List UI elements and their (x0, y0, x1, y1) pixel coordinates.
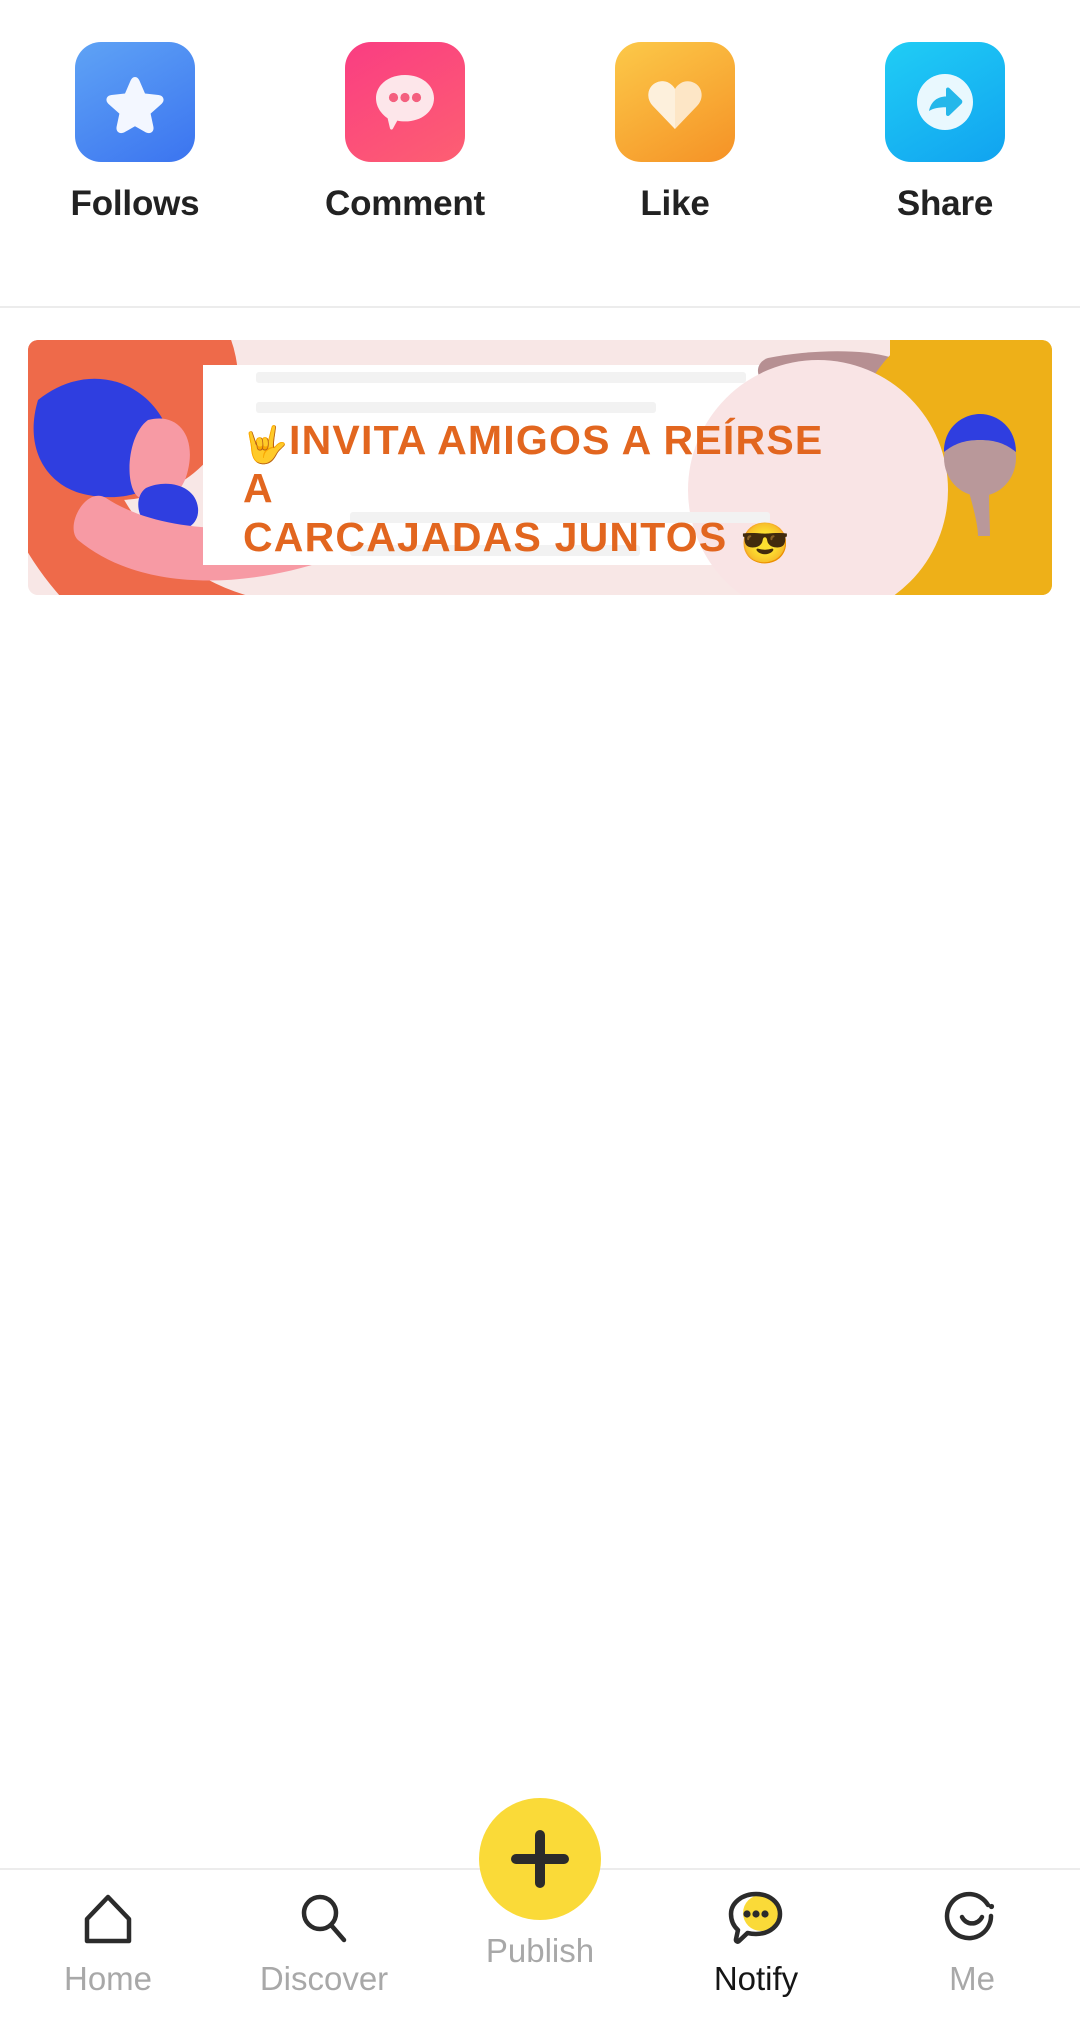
action-label-like: Like (640, 184, 710, 223)
profile-smiley-icon (941, 1888, 1003, 1950)
action-shortcut-row: Follows Comment Like Share (0, 0, 1080, 307)
nav-label-discover: Discover (259, 1960, 389, 1997)
app-screen: Follows Comment Like Share 🤟INVITA AMIGO… (0, 0, 1080, 2018)
nav-label-home: Home (63, 1960, 153, 1997)
notification-chat-icon (723, 1888, 789, 1950)
nav-item-discover[interactable]: Discover (216, 1870, 432, 1998)
promo-banner[interactable]: 🤟INVITA AMIGOS A REÍRSE A CARCAJADAS JUN… (28, 340, 1052, 595)
home-icon (77, 1888, 139, 1950)
nav-item-home[interactable]: Home (0, 1870, 216, 1998)
share-tile[interactable] (885, 42, 1005, 162)
like-tile[interactable] (615, 42, 735, 162)
rock-hand-emoji: 🤟 (243, 424, 290, 465)
follows-tile[interactable] (75, 42, 195, 162)
nav-item-notify[interactable]: Notify (648, 1870, 864, 1998)
comment-tile[interactable] (345, 42, 465, 162)
search-icon (293, 1888, 355, 1950)
star-icon (106, 77, 164, 134)
share-arrow-icon (917, 74, 973, 130)
banner-headline: 🤟INVITA AMIGOS A REÍRSE A CARCAJADAS JUN… (243, 416, 863, 564)
action-label-follows: Follows (70, 184, 200, 223)
nav-item-me[interactable]: Me (864, 1870, 1080, 1998)
action-item-share[interactable]: Share (810, 42, 1080, 224)
content-area (0, 600, 1080, 1756)
action-item-like[interactable]: Like (540, 42, 810, 224)
action-label-share: Share (896, 184, 994, 223)
nav-item-publish[interactable]: Publish (432, 1798, 648, 1969)
action-label-comment: Comment (325, 184, 485, 223)
publish-fab-button[interactable] (479, 1798, 601, 1920)
sunglasses-emoji: 😎 (739, 521, 791, 566)
action-item-follows[interactable]: Follows (0, 42, 270, 224)
banner-headline-line-1: INVITA AMIGOS A REÍRSE A (243, 417, 824, 512)
nav-label-publish: Publish (485, 1932, 595, 1969)
action-item-comment[interactable]: Comment (270, 42, 540, 224)
bottom-navigation-bar: Home Discover Publish Notify Me (0, 1798, 1080, 2018)
nav-label-me: Me (949, 1960, 995, 1997)
section-divider (0, 306, 1080, 308)
nav-label-notify: Notify (713, 1960, 799, 1997)
banner-headline-line-2: CARCAJADAS JUNTOS (243, 513, 728, 560)
banner-placeholder-line-1 (256, 372, 746, 383)
plus-icon (511, 1830, 569, 1888)
heart-icon (648, 81, 702, 129)
banner-placeholder-line-2 (256, 402, 656, 413)
speech-bubble-icon (376, 75, 434, 130)
